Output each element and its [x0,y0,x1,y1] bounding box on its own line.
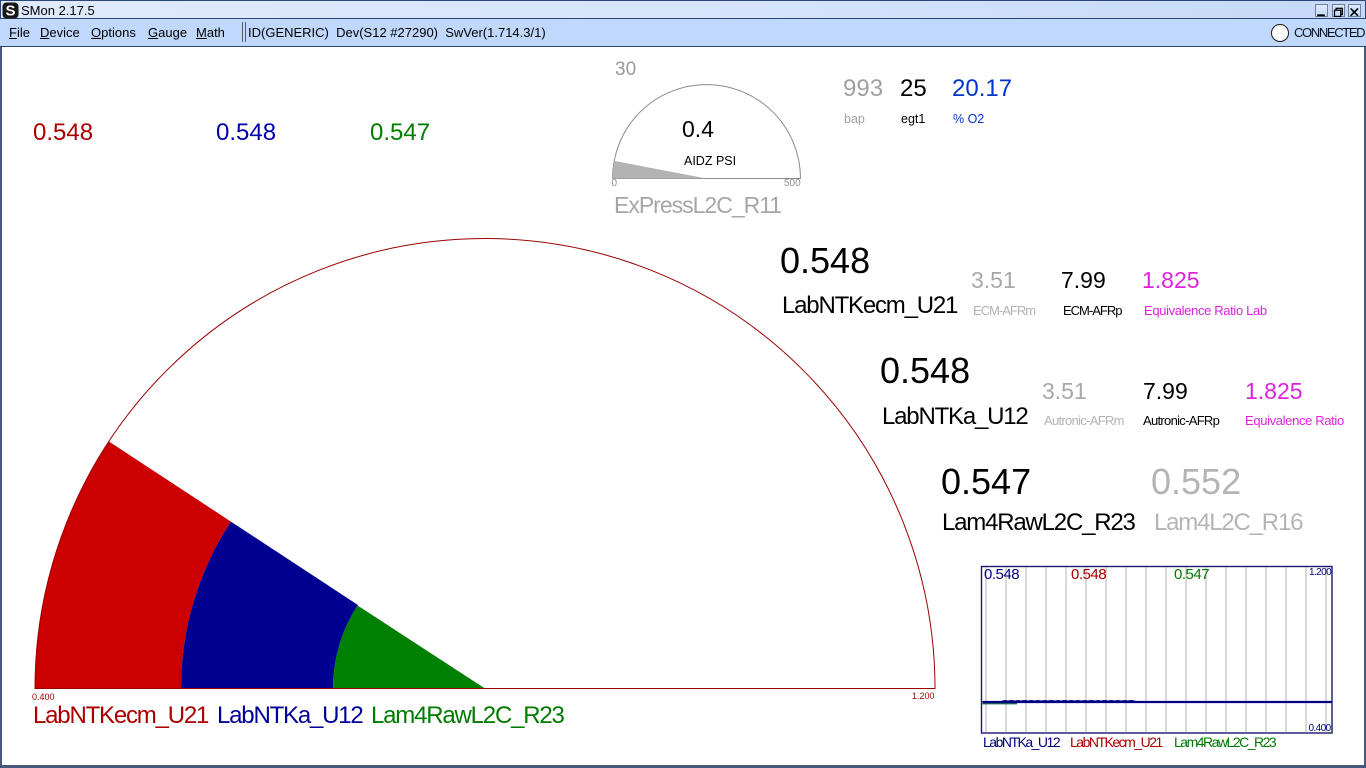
svg-text:S: S [5,2,15,19]
